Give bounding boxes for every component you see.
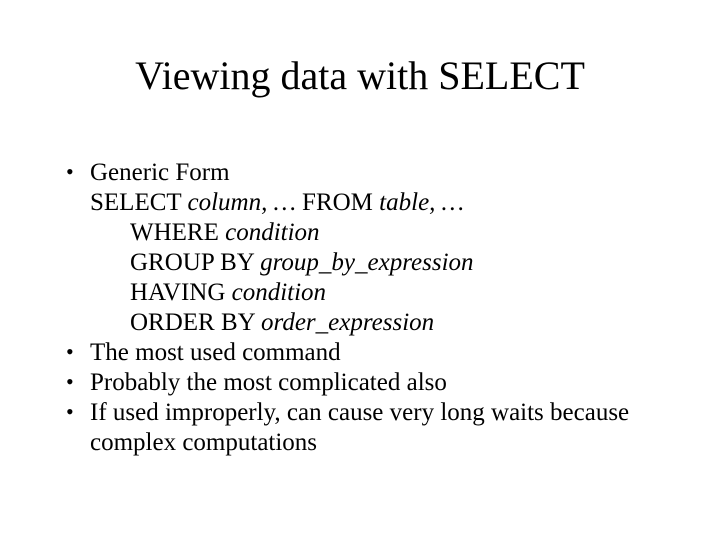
it-table: table, … [379,189,464,216]
it-column: column, … [187,189,295,216]
text-generic-form: Generic Form [90,158,660,188]
bullet-complicated: Probably the most complicated also [60,368,660,398]
it-condition-1: condition [225,219,319,246]
it-condition-2: condition [232,279,326,306]
bullet-most-used: The most used command [60,338,660,368]
text-complicated: Probably the most complicated also [90,369,447,396]
kw-having: HAVING [130,279,232,306]
kw-orderby: ORDER BY [130,309,261,336]
bullet-generic-form: Generic Form SELECT column, … FROM table… [60,158,660,338]
slide: Viewing data with SELECT Generic Form SE… [0,0,720,540]
text-select-line: SELECT column, … FROM table, … [90,188,660,218]
it-order-expr: order_expression [261,309,434,336]
text-where-line: WHERE condition [90,218,660,248]
it-groupby-expr: group_by_expression [260,249,473,276]
slide-body: Generic Form SELECT column, … FROM table… [60,158,660,458]
kw-groupby: GROUP BY [130,249,260,276]
text-most-used: The most used command [90,339,341,366]
text-improper-use: If used improperly, can cause very long … [90,399,629,456]
text-having-line: HAVING condition [90,278,660,308]
bullet-list: Generic Form SELECT column, … FROM table… [60,158,660,458]
kw-where: WHERE [130,219,225,246]
slide-title: Viewing data with SELECT [0,0,720,99]
kw-from: FROM [296,189,379,216]
text-orderby-line: ORDER BY order_expression [90,308,660,338]
bullet-improper-use: If used improperly, can cause very long … [60,398,660,458]
kw-select: SELECT [90,189,187,216]
text-groupby-line: GROUP BY group_by_expression [90,248,660,278]
